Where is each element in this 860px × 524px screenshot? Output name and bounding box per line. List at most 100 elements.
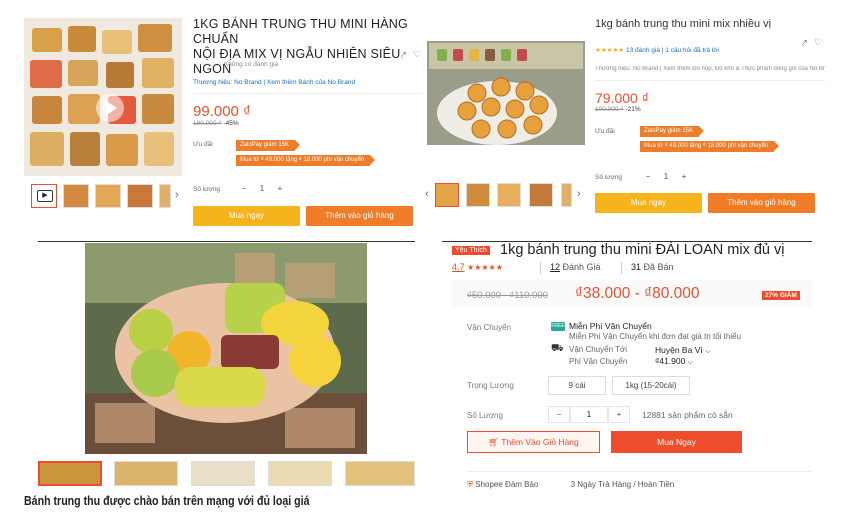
thumbnail-4[interactable] [127,184,153,208]
guarantee-detail: 3 Ngày Trả Hàng / Hoàn Tiền [570,480,675,489]
thumbnail-5[interactable] [561,183,572,207]
thumbnail-1[interactable] [38,461,102,486]
truck-icon: ⛟ [551,343,564,354]
product-title: 1kg bánh trung thu mini mix nhiều vị [595,18,772,30]
weight-option-9[interactable]: 9 cái [548,376,606,395]
qty-input[interactable]: 1 [570,406,608,423]
brand-text[interactable]: Thương hiệu: No Brand | Xem thêm Đồ hộp,… [595,66,825,72]
thumbnail-2[interactable] [466,183,490,207]
cart-icon: 🛒︎ [488,437,500,447]
ship-fee-label: Phí Vận Chuyển [569,357,628,366]
ship-to-label: Vận Chuyển Tới [569,345,628,354]
qty-label: Số lượng [193,186,221,193]
share-icon[interactable]: ⤤ [401,50,406,61]
old-price: ₫50.000 - ₫110.000 [467,290,548,301]
sold-label: Đã Bán [643,262,674,272]
rating-text: Không có đánh giá [223,61,279,68]
heart-icon[interactable]: ♡ [814,37,822,48]
buy-now-button[interactable]: Mua ngay [595,193,702,213]
promo-label: Ưu đãi [595,128,615,135]
qty-minus-button[interactable]: − [237,182,251,198]
heart-icon[interactable]: ♡ [413,49,421,60]
rating-stars-empty: ☆☆☆☆☆ [193,61,223,68]
product-image-3[interactable] [85,243,367,454]
ship-fee-value: ₫41.900 [655,356,686,366]
divider [467,471,812,472]
add-to-cart-button[interactable]: 🛒︎ Thêm Vào Giỏ Hàng [467,431,600,453]
qty-minus-button[interactable]: − [548,406,570,423]
product-image-1[interactable] [24,18,182,176]
divider [193,93,423,94]
divider [621,262,622,274]
promo-tag-shipping[interactable]: Mua từ ₫ 49.000 tặng ₫ 18.000 phí vận ch… [236,155,376,166]
play-icon: ▶ [37,190,53,202]
rating-stars: ★★★★★ [595,47,625,54]
thumbnail-2[interactable] [63,184,89,208]
qty-plus-button[interactable]: + [677,170,691,186]
rating-text[interactable]: 13 đánh giá | 1 câu hỏi đã trả lời [626,47,719,54]
guarantee-icon: ⛨ [467,480,473,489]
thumbnail-5[interactable] [345,461,415,486]
ship-fee-select[interactable]: ₫41.900 ⌵ [655,356,693,367]
qty-label: Số Lượng [467,411,503,420]
weight-option-1kg[interactable]: 1kg (15-20cái) [612,376,690,395]
discount-badge: 27% GIẢM [762,291,800,300]
thumbnail-prev-icon[interactable]: ‹ [425,188,429,200]
thumbnail-2[interactable] [114,461,178,486]
thumbnail-3[interactable] [497,183,521,207]
divider [540,262,541,274]
favorite-badge: Yêu Thích [452,246,490,255]
guarantee-text: Shopee Đảm Bảo [475,480,539,489]
product-title: 1kg bánh trung thu mini ĐÀI LOAN mix đủ … [500,242,785,258]
buy-now-button[interactable]: Mua Ngay [611,431,742,453]
add-to-cart-button[interactable]: Thêm vào giỏ hàng [708,193,815,213]
reviews-count[interactable]: 12 [550,262,560,272]
thumbnail-next-icon[interactable]: › [175,189,179,201]
price: 79.000 ₫ [595,90,649,106]
thumbnail-5[interactable] [159,184,171,208]
chevron-down-icon: ⌵ [687,359,694,366]
freeship-text: Miễn Phí Vận Chuyển [569,321,652,331]
old-price: 100.000 ₫ [595,106,624,113]
qty-plus-button[interactable]: + [608,406,630,423]
product-title-line1: 1KG BÁNH TRUNG THU MINI HÀNG CHUẨN [193,17,408,46]
product-image-2[interactable] [427,41,585,145]
thumbnail-4[interactable] [268,461,332,486]
ship-to-value: Huyện Ba Vì [655,345,703,355]
buy-now-button[interactable]: Mua ngay [193,206,300,226]
top-rule [38,241,415,242]
thumbnail-next-icon[interactable]: › [577,188,581,200]
thumbnail-1[interactable] [435,183,459,207]
sold-count: 31 [631,262,642,272]
old-price: 190.000 ₫ [193,120,222,127]
discount: -21% [625,106,641,113]
qty-minus-button[interactable]: − [641,170,655,186]
share-icon[interactable]: ⤤ [802,38,807,49]
stock-text: 12881 sản phẩm có sẵn [642,410,733,420]
thumbnail-3[interactable] [191,461,255,486]
rating-stars: ★★★★★ [467,263,503,272]
brand-text[interactable]: Thương hiệu: No Brand | Xem thêm Bánh củ… [193,79,355,86]
thumbnail-4[interactable] [529,183,553,207]
ship-to-select[interactable]: Huyện Ba Vì ⌵ [655,345,710,356]
freeship-note: Miễn Phí Vận Chuyển khi đơn đạt giá trị … [569,332,742,341]
qty-input[interactable]: 1 [252,182,272,198]
chevron-down-icon: ⌵ [705,348,711,355]
freeship-icon: FREE [551,322,565,331]
promo-tag-shipping[interactable]: Mua từ ₫ 49.000 tặng ₫ 18.000 phí vận ch… [640,141,780,152]
qty-label: Số lượng [595,174,623,181]
promo-tag-zalopay[interactable]: ZaloPay giảm 15K [236,140,301,151]
add-to-cart-label: Thêm Vào Giỏ Hàng [501,437,579,447]
weight-label: Trọng Lượng [467,381,514,390]
reviews-label: Đánh Giá [562,262,601,272]
price: 99.000 ₫ [193,103,251,120]
promo-label: Ưu đãi [193,141,213,148]
promo-tag-zalopay[interactable]: ZaloPay giảm 15K [640,126,705,137]
thumbnail-3[interactable] [95,184,121,208]
caption: Bánh trung thu được chào bán trên mạng v… [24,494,310,508]
discount: -45% [223,120,239,127]
add-to-cart-button[interactable]: Thêm vào giỏ hàng [306,206,413,226]
qty-input[interactable]: 1 [656,170,676,186]
qty-plus-button[interactable]: + [273,182,287,198]
thumbnail-video[interactable]: ▶ [31,184,57,208]
